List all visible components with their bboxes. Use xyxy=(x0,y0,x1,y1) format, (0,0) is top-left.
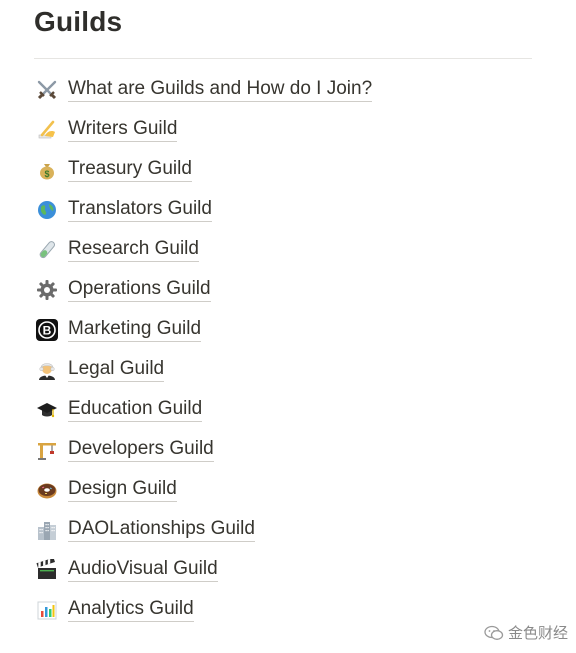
guild-link-analytics[interactable]: Analytics Guild xyxy=(68,598,194,622)
list-item: Analytics Guild xyxy=(34,590,554,630)
page-title: Guilds xyxy=(34,6,123,37)
clapper-board-icon xyxy=(34,557,60,583)
list-item: Design Guild xyxy=(34,470,554,510)
gear-icon xyxy=(34,277,60,303)
list-item: AudioVisual Guild xyxy=(34,550,554,590)
guild-link-audiovisual[interactable]: AudioVisual Guild xyxy=(68,558,218,582)
guild-link-developers[interactable]: Developers Guild xyxy=(68,438,214,462)
svg-text:$: $ xyxy=(44,169,49,179)
list-item: DAOLationships Guild xyxy=(34,510,554,550)
buildings-icon xyxy=(34,517,60,543)
list-item: Developers Guild xyxy=(34,430,554,470)
watermark: 金色财经 xyxy=(484,622,568,643)
watermark-text: 金色财经 xyxy=(507,625,568,642)
guild-link-treasury[interactable]: Treasury Guild xyxy=(68,158,192,182)
list-item: Translators Guild xyxy=(34,190,554,230)
graduation-cap-icon xyxy=(34,397,60,423)
list-item: What are Guilds and How do I Join? xyxy=(34,70,554,110)
globe-icon xyxy=(34,197,60,223)
list-item: $ Treasury Guild xyxy=(34,150,554,190)
guild-link-marketing[interactable]: Marketing Guild xyxy=(68,318,202,342)
guild-link-what-are-guilds[interactable]: What are Guilds and How do I Join? xyxy=(68,78,373,102)
guild-link-legal[interactable]: Legal Guild xyxy=(68,358,165,382)
donut-icon xyxy=(34,477,60,503)
wechat-icon xyxy=(484,625,504,641)
crane-icon xyxy=(34,437,60,463)
guild-link-translators[interactable]: Translators Guild xyxy=(68,198,212,222)
list-item: Operations Guild xyxy=(34,270,554,310)
writing-hand-icon xyxy=(34,117,60,143)
money-bag-icon: $ xyxy=(34,157,60,183)
svg-text:B: B xyxy=(43,324,52,338)
title-divider xyxy=(34,58,532,59)
guild-link-research[interactable]: Research Guild xyxy=(68,238,199,262)
bitcoin-icon: B xyxy=(34,317,60,343)
guild-link-operations[interactable]: Operations Guild xyxy=(68,278,211,302)
guild-link-design[interactable]: Design Guild xyxy=(68,478,177,502)
test-tube-icon xyxy=(34,237,60,263)
guild-link-writers[interactable]: Writers Guild xyxy=(68,118,178,142)
list-item: B Marketing Guild xyxy=(34,310,554,350)
guild-link-daolationships[interactable]: DAOLationships Guild xyxy=(68,518,255,542)
bar-chart-icon xyxy=(34,597,60,623)
guild-link-education[interactable]: Education Guild xyxy=(68,398,203,422)
list-item: Education Guild xyxy=(34,390,554,430)
list-item: Writers Guild xyxy=(34,110,554,150)
crossed-swords-icon xyxy=(34,77,60,103)
list-item: Legal Guild xyxy=(34,350,554,390)
guild-list: What are Guilds and How do I Join? Write… xyxy=(34,70,554,630)
list-item: Research Guild xyxy=(34,230,554,270)
judge-icon xyxy=(34,357,60,383)
